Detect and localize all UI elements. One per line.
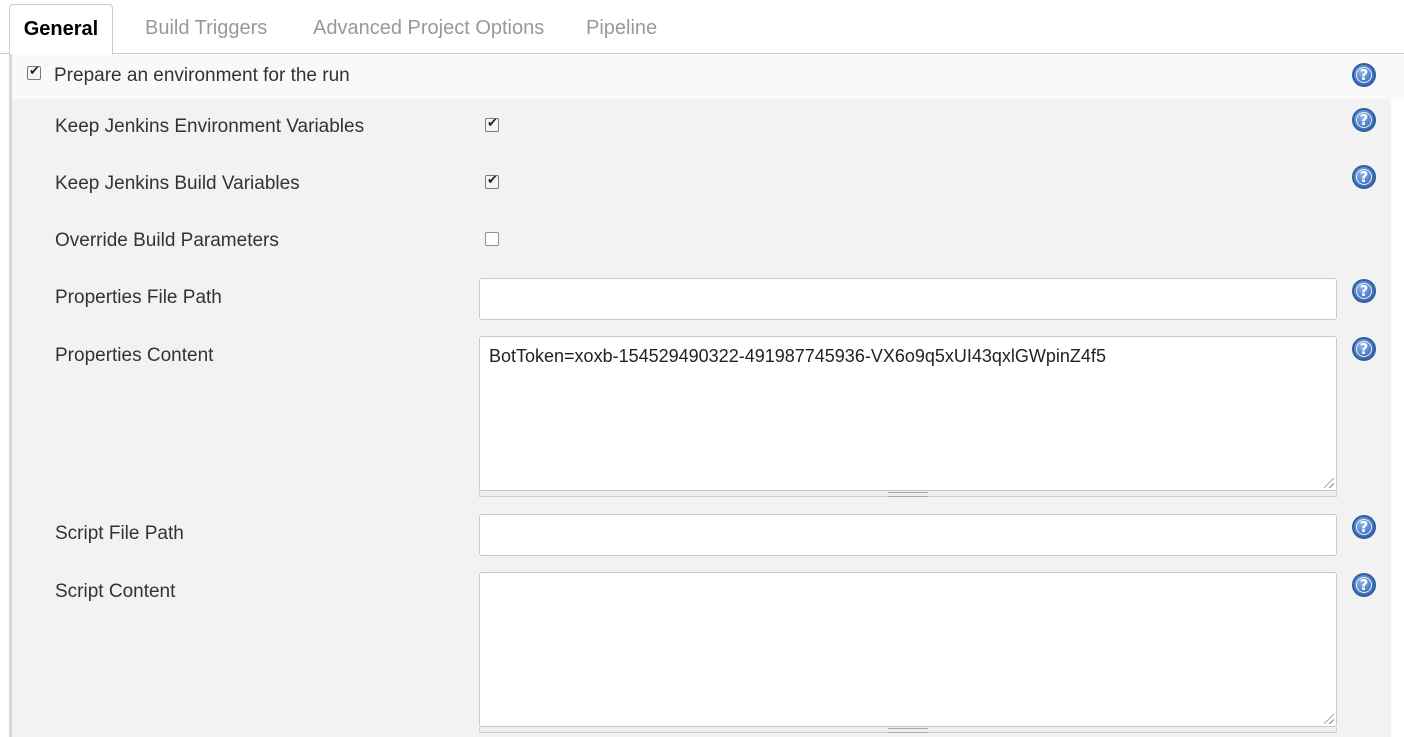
properties-file-path-input[interactable] bbox=[479, 278, 1337, 320]
script-content-label: Script Content bbox=[55, 581, 176, 602]
properties-content-textarea[interactable]: BotToken=xoxb-154529490322-491987745936-… bbox=[479, 336, 1337, 491]
properties-file-path-label: Properties File Path bbox=[55, 287, 222, 308]
script-file-path-input[interactable] bbox=[479, 514, 1337, 556]
prepare-environment-label: Prepare an environment for the run bbox=[54, 65, 350, 86]
properties-content-wrapper: BotToken=xoxb-154529490322-491987745936-… bbox=[479, 336, 1337, 498]
help-icon[interactable]: ? bbox=[1352, 279, 1376, 303]
tab-general[interactable]: General bbox=[9, 4, 113, 55]
drag-handle-icon bbox=[888, 728, 928, 733]
keep-build-vars-label: Keep Jenkins Build Variables bbox=[55, 173, 300, 194]
textarea-drag-bar[interactable] bbox=[479, 491, 1337, 497]
script-file-path-label: Script File Path bbox=[55, 523, 184, 544]
resize-grip-icon[interactable] bbox=[1324, 478, 1334, 488]
help-icon[interactable]: ? bbox=[1352, 573, 1376, 597]
script-content-textarea[interactable] bbox=[479, 572, 1337, 727]
help-icon[interactable]: ? bbox=[1352, 515, 1376, 539]
tab-advanced-project-options[interactable]: Advanced Project Options bbox=[313, 4, 544, 54]
resize-grip-icon[interactable] bbox=[1324, 714, 1334, 724]
help-icon[interactable]: ? bbox=[1352, 63, 1376, 87]
tab-pipeline[interactable]: Pipeline bbox=[586, 4, 657, 54]
prepare-environment-checkbox[interactable]: ✔ bbox=[27, 64, 41, 80]
override-params-checkbox[interactable] bbox=[485, 232, 499, 246]
keep-build-vars-checkbox[interactable]: ✔ bbox=[485, 173, 499, 189]
help-icon[interactable]: ? bbox=[1352, 337, 1376, 361]
keep-env-vars-checkbox[interactable]: ✔ bbox=[485, 116, 499, 132]
script-content-wrapper bbox=[479, 572, 1337, 733]
textarea-drag-bar[interactable] bbox=[479, 727, 1337, 733]
job-config-page: General Build Triggers Advanced Project … bbox=[0, 0, 1404, 737]
tab-build-triggers[interactable]: Build Triggers bbox=[145, 4, 267, 54]
checkmark-icon: ✔ bbox=[487, 173, 498, 188]
drag-handle-icon bbox=[888, 492, 928, 497]
checkmark-icon: ✔ bbox=[487, 116, 498, 131]
help-icon[interactable]: ? bbox=[1352, 108, 1376, 132]
checkmark-icon: ✔ bbox=[29, 64, 40, 79]
keep-env-vars-label: Keep Jenkins Environment Variables bbox=[55, 116, 365, 137]
properties-content-label: Properties Content bbox=[55, 345, 214, 366]
help-icon[interactable]: ? bbox=[1352, 165, 1376, 189]
override-params-label: Override Build Parameters bbox=[55, 230, 279, 251]
config-tab-bar: General Build Triggers Advanced Project … bbox=[0, 0, 1404, 55]
